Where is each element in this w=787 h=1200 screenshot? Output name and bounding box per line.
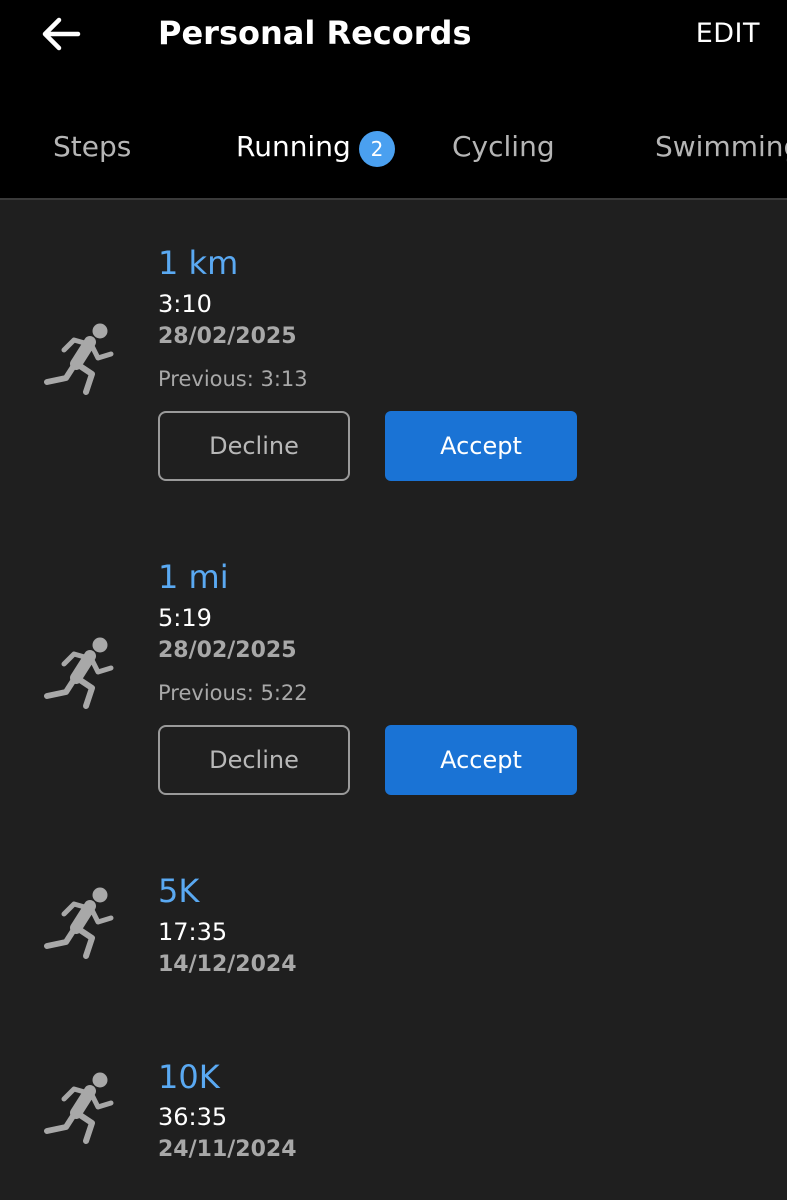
- arrow-left-icon: [42, 17, 81, 51]
- page-title: Personal Records: [158, 14, 472, 52]
- tab-cycling[interactable]: Cycling: [452, 130, 555, 163]
- record-time: 36:35: [158, 1103, 228, 1131]
- record-date: 24/11/2024: [158, 1137, 297, 1162]
- tab-running[interactable]: Running: [236, 130, 351, 163]
- tab-steps[interactable]: Steps: [53, 130, 131, 163]
- top-app-bar: Personal Records EDIT Steps Running 2 Cy…: [0, 0, 787, 200]
- runner-icon: [44, 323, 114, 395]
- record-date: 28/02/2025: [158, 324, 297, 349]
- edit-button[interactable]: EDIT: [696, 18, 760, 49]
- record-date: 28/02/2025: [158, 638, 297, 663]
- record-time: 17:35: [158, 918, 228, 946]
- tab-running-badge: 2: [359, 131, 395, 167]
- record-title: 5K: [158, 872, 200, 910]
- runner-icon: [44, 1072, 114, 1144]
- record-previous: Previous: 3:13: [158, 367, 308, 391]
- back-button[interactable]: [38, 12, 84, 58]
- decline-button[interactable]: Decline: [158, 411, 350, 481]
- record-date: 14/12/2024: [158, 952, 297, 977]
- record-title: 10K: [158, 1058, 220, 1096]
- record-title: 1 km: [158, 244, 239, 282]
- record-previous: Previous: 5:22: [158, 681, 308, 705]
- runner-icon: [44, 887, 114, 959]
- record-time: 5:19: [158, 604, 212, 632]
- accept-button[interactable]: Accept: [385, 411, 577, 481]
- decline-button[interactable]: Decline: [158, 725, 350, 795]
- record-time: 3:10: [158, 290, 212, 318]
- tab-swimming[interactable]: Swimming: [655, 130, 787, 163]
- runner-icon: [44, 637, 114, 709]
- record-title: 1 mi: [158, 558, 229, 596]
- accept-button[interactable]: Accept: [385, 725, 577, 795]
